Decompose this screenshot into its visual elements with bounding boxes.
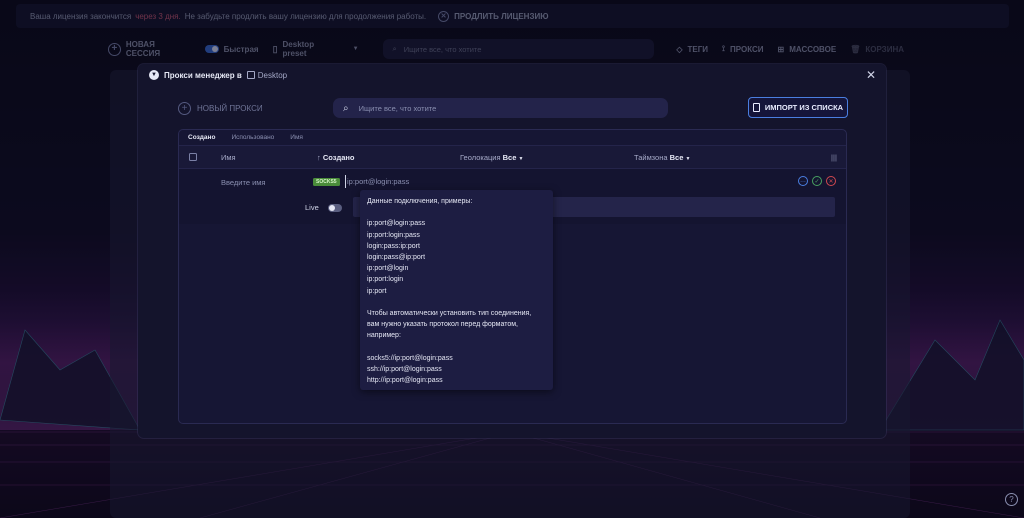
document-icon: [752, 103, 760, 112]
tab-created[interactable]: Создано: [188, 134, 215, 141]
tab-used[interactable]: Использовано: [231, 134, 274, 141]
live-toggle[interactable]: [328, 204, 342, 212]
tooltip-line: например:: [367, 332, 401, 340]
proxy-name-input[interactable]: Введите имя: [221, 178, 266, 187]
help-icon[interactable]: ?: [1005, 493, 1018, 506]
column-timezone[interactable]: Таймзона Все ▼: [634, 153, 690, 162]
tooltip-line: вам нужно указать протокол перед формато…: [367, 321, 518, 329]
column-created-label: Создано: [322, 152, 355, 162]
proxy-search-input[interactable]: ⌕ Ищите все, что хотите: [333, 98, 668, 118]
new-proxy-label: НОВЫЙ ПРОКСИ: [197, 104, 263, 113]
tooltip-spacer: [367, 297, 546, 308]
tooltip-line: ip:port:login: [367, 276, 404, 284]
protocol-badge[interactable]: SOCKS5: [313, 178, 340, 186]
column-geolocation[interactable]: Геолокация Все ▼: [460, 153, 523, 162]
tooltip-line: ssh://ip:port@login:pass: [367, 366, 442, 373]
chevron-down-icon: ▼: [518, 155, 524, 162]
columns-settings-icon[interactable]: | | |: [831, 153, 837, 162]
tz-filter: Все: [669, 152, 684, 162]
tooltip-line: http://ip:port@login:pass: [367, 377, 443, 385]
confirm-icon[interactable]: ✓: [812, 176, 822, 186]
column-geo-label: Геолокация: [460, 152, 501, 162]
tooltip-spacer: [367, 342, 546, 353]
chevron-down-icon: ▼: [685, 155, 691, 162]
import-from-list-button[interactable]: ИМПОРТ ИЗ СПИСКА: [748, 97, 848, 118]
geo-filter: Все: [502, 152, 517, 162]
column-name[interactable]: Имя: [221, 153, 236, 162]
tooltip-line: login:pass@ip:port: [367, 254, 426, 261]
tooltip-line: ip:port: [367, 287, 387, 295]
tooltip-line: Данные подключения, примеры:: [367, 198, 473, 205]
search-placeholder: Ищите все, что хотите: [358, 103, 437, 113]
column-tz-label: Таймзона: [634, 152, 668, 162]
select-all-checkbox[interactable]: [189, 153, 197, 161]
workspace-name: Desktop: [257, 70, 288, 80]
tooltip-line: ip:port@login: [367, 265, 409, 273]
proxy-manager-icon: ▼: [149, 70, 159, 80]
proxy-connection-input[interactable]: ip:port@login:pass: [345, 175, 775, 188]
workspace-icon: [246, 71, 255, 79]
cancel-icon[interactable]: ✕: [826, 176, 836, 186]
workspace-label: Desktop: [246, 70, 288, 80]
info-icon[interactable]: …: [798, 176, 808, 186]
tooltip-line: socks5://ip:port@login:pass: [367, 354, 453, 362]
new-proxy-button[interactable]: + НОВЫЙ ПРОКСИ: [178, 102, 263, 115]
tooltip-spacer: [367, 207, 546, 218]
tab-name[interactable]: Имя: [290, 134, 303, 141]
tooltip-line: Чтобы автоматически установить тип соеди…: [367, 310, 532, 317]
row-actions: … ✓ ✕: [798, 176, 836, 186]
column-created[interactable]: ↑ Создано: [317, 153, 355, 162]
import-label: ИМПОРТ ИЗ СПИСКА: [764, 103, 844, 112]
tooltip-line: login:pass:ip:port: [367, 242, 420, 250]
close-icon[interactable]: ✕: [864, 68, 878, 82]
modal-title-text: Прокси менеджер в: [164, 70, 242, 80]
sort-tabs: Создано Использовано Имя: [179, 130, 846, 146]
tooltip-line: ip:port:login:pass: [367, 231, 420, 239]
proxy-format-tooltip: Данные подключения, примеры: ip:port@logi…: [360, 190, 553, 390]
tooltip-line: ip:port@login:pass: [367, 220, 426, 228]
search-icon: ⌕: [343, 102, 349, 114]
live-label: Live: [305, 203, 319, 212]
table-header: Имя ↑ Создано Геолокация Все ▼ Таймзона …: [179, 146, 846, 169]
plus-icon: +: [178, 102, 191, 115]
modal-title: ▼ Прокси менеджер в Desktop: [149, 70, 287, 80]
